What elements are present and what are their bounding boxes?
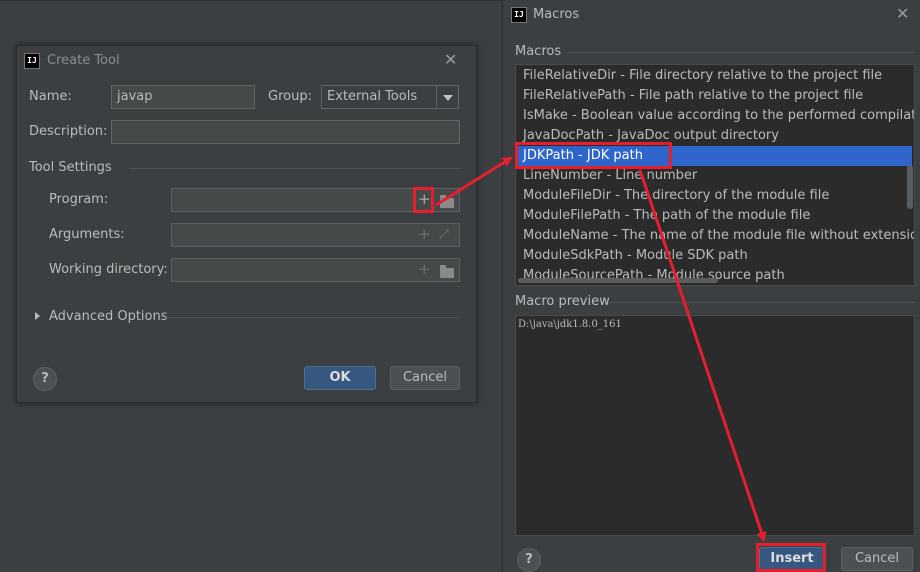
group-select-value: External Tools: [327, 89, 418, 104]
list-item[interactable]: ModuleSdkPath - Module SDK path: [516, 246, 912, 266]
cancel-button[interactable]: Cancel: [390, 366, 460, 390]
dialog-title: Create Tool: [47, 53, 120, 68]
macros-dialog: IJ Macros ✕ Macros FileRelativeDir - Fil…: [502, 0, 920, 572]
name-label: Name:: [29, 89, 72, 104]
description-input[interactable]: [111, 120, 460, 144]
insert-highlight-box: [756, 543, 826, 572]
expand-icon[interactable]: ⤢: [439, 227, 449, 242]
expand-arrow-icon[interactable]: [35, 312, 40, 320]
jdkpath-highlight-box: [515, 142, 672, 169]
description-label: Description:: [29, 124, 108, 139]
help-button[interactable]: ?: [517, 548, 541, 572]
list-item[interactable]: LineNumber - Line number: [516, 166, 912, 186]
list-item[interactable]: FileRelativePath - File path relative to…: [516, 86, 912, 106]
plus-highlight-box: [413, 187, 434, 213]
working-directory-label: Working directory:: [49, 262, 168, 277]
name-input[interactable]: javap: [111, 85, 255, 109]
group-select[interactable]: External Tools: [321, 85, 459, 109]
chevron-down-icon[interactable]: [436, 86, 458, 108]
intellij-icon: IJ: [24, 53, 40, 69]
arguments-label: Arguments:: [49, 227, 125, 242]
plus-icon[interactable]: +: [418, 262, 431, 277]
program-label: Program:: [49, 192, 109, 207]
advanced-options-toggle[interactable]: Advanced Options: [49, 309, 168, 324]
list-item[interactable]: IsMake - Boolean value according to the …: [516, 106, 914, 126]
tool-settings-label: Tool Settings: [29, 160, 112, 175]
macro-preview-box: D:\java\jdk1.8.0_161: [515, 315, 915, 536]
macro-preview-divider: [609, 302, 915, 303]
list-item[interactable]: ModuleFileDir - The directory of the mod…: [516, 186, 912, 206]
macro-preview-value: D:\java\jdk1.8.0_161: [518, 319, 622, 330]
folder-icon[interactable]: [440, 195, 454, 208]
macro-preview-label: Macro preview: [515, 294, 610, 309]
macros-section-label: Macros: [515, 44, 562, 59]
macros-list[interactable]: FileRelativeDir - File directory relativ…: [515, 64, 915, 286]
list-item[interactable]: FileRelativeDir - File directory relativ…: [516, 66, 912, 86]
create-tool-dialog: IJ Create Tool ✕ Name: javap Group: Exte…: [16, 45, 477, 403]
dialog-title: Macros: [533, 7, 580, 22]
horizontal-scrollbar[interactable]: [518, 278, 718, 283]
list-item[interactable]: ModuleSourcePath - Module source path: [516, 266, 912, 285]
list-item[interactable]: ModuleFilePath - The path of the module …: [516, 206, 912, 226]
tool-settings-divider: [129, 168, 460, 169]
advanced-options-divider: [164, 317, 460, 318]
intellij-icon: IJ: [511, 7, 527, 23]
group-label: Group:: [268, 89, 312, 104]
plus-icon[interactable]: +: [418, 227, 431, 242]
arguments-input[interactable]: [171, 223, 460, 247]
cancel-button[interactable]: Cancel: [841, 547, 913, 571]
working-directory-input[interactable]: [171, 258, 460, 282]
macros-divider: [567, 52, 915, 53]
ok-button[interactable]: OK: [304, 366, 376, 390]
vertical-scrollbar[interactable]: [907, 165, 913, 209]
create-tool-title-bar: IJ Create Tool ✕: [17, 46, 476, 76]
folder-icon[interactable]: [440, 265, 454, 278]
list-item[interactable]: ModuleName - The name of the module file…: [516, 226, 914, 246]
close-icon[interactable]: ✕: [444, 52, 457, 68]
help-button[interactable]: ?: [33, 367, 57, 391]
close-icon[interactable]: ✕: [896, 6, 909, 22]
background-divider: [0, 0, 502, 1]
